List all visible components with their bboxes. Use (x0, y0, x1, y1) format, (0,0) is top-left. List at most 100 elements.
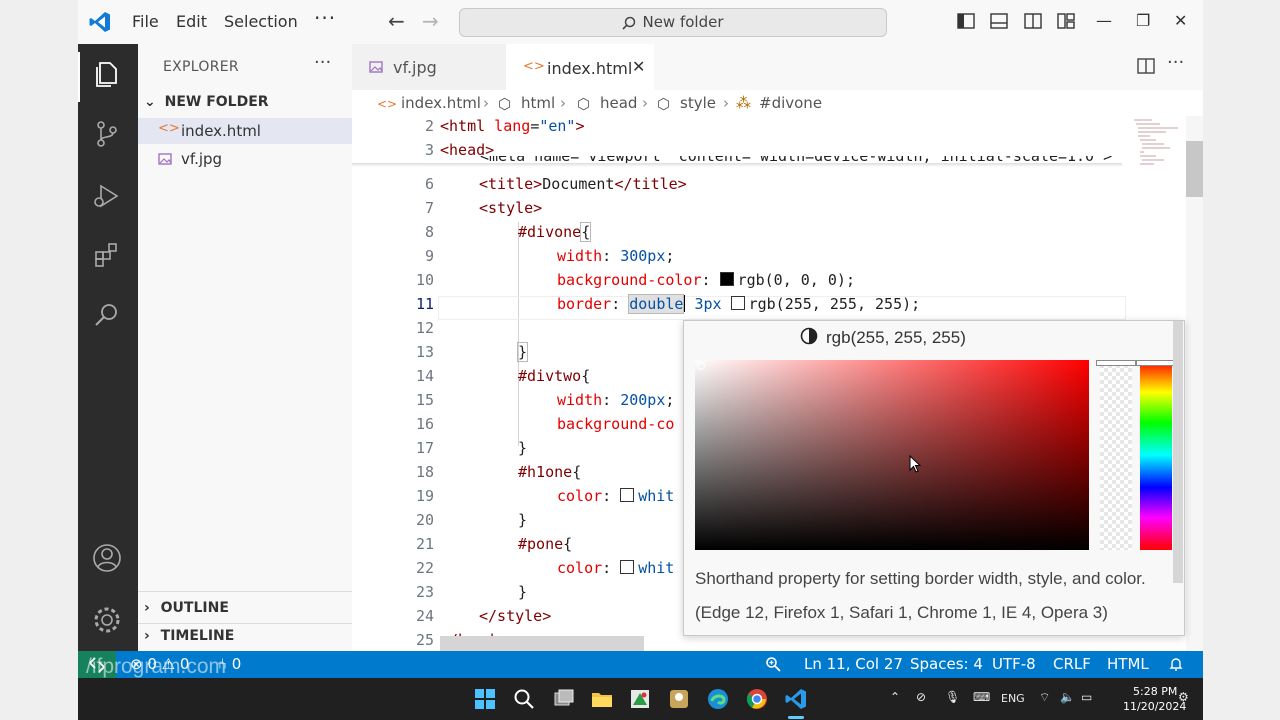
tab-index-html[interactable]: <> index.html ✕ (506, 44, 654, 91)
forward-arrow-icon[interactable]: → (422, 9, 439, 33)
color-picker-hover[interactable]: rgb(255, 255, 255) Shorthand property fo… (683, 320, 1185, 636)
sticky-scroll-shadow (352, 163, 1122, 167)
hover-scrollbar[interactable] (1173, 321, 1183, 583)
edge-browser-icon[interactable] (706, 687, 730, 711)
notifications-icon[interactable]: ⚙ (1178, 690, 1189, 704)
close-icon[interactable]: ✕ (1174, 11, 1187, 30)
command-center-search[interactable]: New folder (459, 8, 887, 37)
zoom-icon[interactable] (765, 656, 781, 672)
close-tab-icon[interactable]: ✕ (632, 57, 645, 76)
explorer-sidebar: EXPLORER ··· ⌄ NEW FOLDER <> index.html … (138, 44, 352, 651)
tab-vf-jpg[interactable]: vf.jpg (352, 44, 506, 90)
outline-section[interactable]: › OUTLINE (144, 600, 229, 616)
customize-layout-icon[interactable] (1057, 12, 1075, 30)
file-item-index-html[interactable]: <> index.html (138, 118, 352, 144)
toggle-secondary-sidebar-icon[interactable] (1024, 12, 1042, 30)
search-icon[interactable] (91, 300, 123, 332)
token: width (557, 391, 603, 409)
breadcrumb-item[interactable]: #divone (759, 94, 822, 112)
explorer-more-button[interactable]: ··· (314, 52, 331, 73)
token: color (557, 487, 603, 505)
hue-slider-thumb[interactable] (1136, 360, 1176, 366)
token: { (581, 367, 591, 385)
windows-start-icon[interactable] (473, 687, 497, 711)
line-ending-status[interactable]: CRLF (1053, 655, 1091, 673)
menu-edit[interactable]: Edit (176, 12, 207, 31)
explorer-files-icon[interactable] (91, 58, 123, 90)
breadcrumb-item[interactable]: html (521, 94, 555, 112)
horizontal-scrollbar-thumb[interactable] (440, 636, 644, 651)
split-editor-icon[interactable] (1137, 57, 1155, 75)
photo-app-icon[interactable] (628, 687, 652, 711)
clock-date[interactable]: 11/20/2024 (1123, 700, 1186, 713)
divider (138, 623, 352, 624)
wifi-icon[interactable]: ⌔ (1039, 690, 1050, 705)
folder-header[interactable]: ⌄ NEW FOLDER (144, 94, 269, 110)
back-arrow-icon[interactable]: ← (388, 9, 405, 33)
language-indicator[interactable]: ENG (1001, 692, 1025, 705)
clock-time[interactable]: 5:28 PM (1133, 685, 1177, 698)
line-code: #h1one{ (518, 463, 581, 481)
color-swatch[interactable] (719, 272, 734, 286)
line-number: 23 (415, 583, 434, 601)
more-actions-icon[interactable]: ··· (1167, 52, 1184, 73)
run-debug-icon[interactable] (91, 180, 123, 212)
color-value-label[interactable]: rgb(255, 255, 255) (826, 328, 966, 348)
saturation-thumb[interactable] (697, 362, 705, 370)
timeline-label: TIMELINE (160, 628, 235, 644)
keyboard-icon[interactable]: ⌨ (973, 690, 990, 704)
microphone-icon[interactable]: 🎙 (945, 690, 960, 704)
vertical-scrollbar-thumb[interactable] (1186, 141, 1203, 197)
language-mode[interactable]: HTML (1107, 655, 1149, 673)
line-code: border: double 3px rgb(255, 255, 255); (557, 294, 920, 314)
color-swatch[interactable] (620, 488, 635, 502)
settings-gear-icon[interactable] (91, 604, 123, 636)
file-explorer-icon[interactable] (590, 687, 614, 711)
file-item-vf-jpg[interactable]: vf.jpg (138, 146, 352, 172)
html-file-icon: <> (158, 121, 180, 136)
breadcrumb-item[interactable]: head (600, 94, 637, 112)
image-file-icon (158, 153, 172, 165)
opacity-slider-thumb[interactable] (1096, 360, 1136, 366)
token: background-color (557, 271, 702, 289)
source-control-icon[interactable] (91, 118, 123, 150)
volume-icon[interactable]: 🔈 (1060, 690, 1075, 704)
color-swatch[interactable] (730, 296, 745, 310)
timeline-section[interactable]: › TIMELINE (144, 628, 234, 644)
line-number: 18 (415, 463, 434, 481)
element-icon: ⬡ (577, 95, 591, 113)
indentation-status[interactable]: Spaces: 4 (910, 655, 983, 673)
color-swatch[interactable] (620, 560, 635, 574)
extensions-icon[interactable] (91, 240, 123, 272)
battery-icon[interactable]: ▭ (1081, 690, 1092, 704)
menu-selection[interactable]: Selection (224, 12, 298, 31)
saturation-box[interactable] (695, 360, 1089, 550)
cursor-position[interactable]: Ln 11, Col 27 (804, 655, 903, 673)
chevron-up-icon[interactable]: ⌃ (890, 690, 900, 704)
opacity-slider[interactable] (1100, 360, 1132, 550)
menu-more-button[interactable]: ··· (314, 6, 336, 30)
breadcrumb-item[interactable]: index.html (401, 94, 481, 112)
restore-icon[interactable]: ❐ (1136, 11, 1150, 30)
menu-file[interactable]: File (132, 12, 159, 31)
hue-slider[interactable] (1140, 360, 1172, 550)
vscode-taskbar-icon[interactable] (784, 687, 808, 711)
chrome-browser-icon[interactable] (745, 687, 769, 711)
toggle-panel-icon[interactable] (990, 12, 1008, 30)
task-view-icon[interactable] (552, 687, 576, 711)
bell-icon[interactable] (1168, 656, 1184, 672)
token: } (518, 511, 528, 529)
encoding-status[interactable]: UTF-8 (992, 655, 1036, 673)
chevron-right-icon: › (483, 94, 489, 112)
minimize-icon[interactable]: — (1096, 11, 1112, 30)
color-picker-header[interactable]: rgb(255, 255, 255) (684, 321, 1184, 353)
file-name: vf.jpg (181, 150, 223, 168)
toggle-primary-sidebar-icon[interactable] (957, 12, 975, 30)
breadcrumb-item[interactable]: style (680, 94, 716, 112)
network-off-icon[interactable]: ⊘ (916, 690, 926, 704)
user-app-icon[interactable] (667, 687, 691, 711)
account-icon[interactable] (91, 542, 123, 574)
mouse-pointer-icon (909, 455, 921, 473)
token: lang (485, 117, 531, 135)
search-icon[interactable] (512, 687, 536, 711)
